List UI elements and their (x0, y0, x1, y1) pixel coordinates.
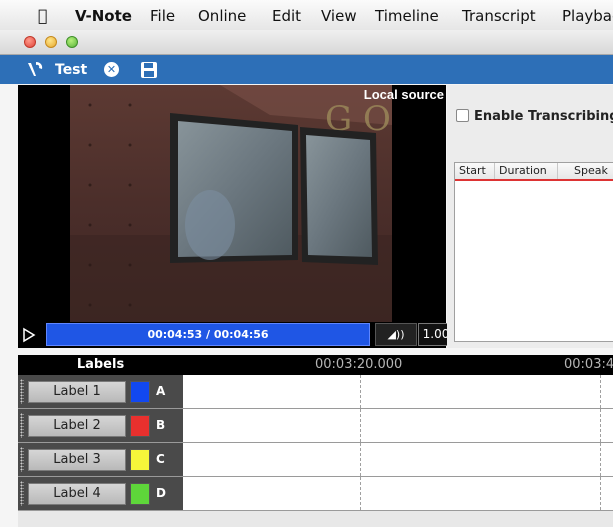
drag-handle[interactable] (20, 481, 24, 506)
column-duration[interactable]: Duration (495, 163, 558, 179)
menu-view[interactable]: View (321, 7, 357, 25)
project-name: Test (55, 62, 88, 78)
minimize-window-button[interactable] (45, 36, 57, 48)
gridline (360, 409, 361, 442)
label-color-swatch-2[interactable] (130, 415, 150, 437)
label-row: Label 3 C (18, 443, 613, 477)
label-row-controls: Label 2 B (18, 409, 183, 442)
label-row-controls: Label 1 A (18, 375, 183, 408)
local-source-label: Local source (363, 87, 444, 102)
apple-icon[interactable]:  (38, 6, 48, 25)
timeline-header: Labels 00:03:20.000 00:03:40.0 (18, 355, 613, 375)
video-controls: 00:04:53 / 00:04:56 ◢)) 1.00 (18, 322, 454, 348)
label-button-4[interactable]: Label 4 (28, 483, 126, 505)
label-row-controls: Label 3 C (18, 443, 183, 476)
volume-icon[interactable]: ◢)) (375, 323, 417, 346)
labels-title: Labels (76, 357, 125, 372)
menu-timeline[interactable]: Timeline (375, 7, 439, 25)
table-header-underline (455, 179, 613, 181)
timeline-scroll-area[interactable] (18, 511, 613, 527)
gridline (600, 375, 601, 408)
transcript-panel: Enable Transcribing Start Duration Speak (447, 85, 613, 348)
label-shortcut-key-2: B (156, 418, 166, 432)
gridline (360, 477, 361, 510)
label-color-swatch-1[interactable] (130, 381, 150, 403)
play-icon[interactable] (21, 326, 37, 344)
menu-playback[interactable]: Playbac (562, 7, 613, 25)
video-panel: G O Local source (18, 85, 446, 348)
label-row-controls: Label 4 D (18, 477, 183, 510)
time-display: 00:04:53 / 00:04:56 (147, 328, 269, 341)
close-project-icon[interactable]: ✕ (104, 62, 119, 77)
drag-handle[interactable] (20, 379, 24, 404)
video-frame[interactable]: G O (70, 85, 392, 322)
label-row: Label 1 A (18, 375, 613, 409)
column-start[interactable]: Start (455, 163, 495, 179)
menu-file[interactable]: File (150, 7, 175, 25)
timeline-panel: Labels 00:03:20.000 00:03:40.0 Label 1 A… (18, 355, 613, 527)
drag-handle[interactable] (20, 447, 24, 472)
gridline (600, 409, 601, 442)
label-color-swatch-4[interactable] (130, 483, 150, 505)
window-titlebar (0, 30, 613, 55)
gridline (360, 443, 361, 476)
label-row: Label 4 D (18, 477, 613, 511)
vnote-logo-icon (28, 62, 43, 76)
label-shortcut-key-1: A (156, 384, 166, 398)
label-button-3[interactable]: Label 3 (28, 449, 126, 471)
label-shortcut-key-3: C (156, 452, 165, 466)
menu-app[interactable]: V-Note (75, 7, 132, 25)
label-color-swatch-3[interactable] (130, 449, 150, 471)
save-icon[interactable] (140, 61, 158, 79)
app-window:  V-Note File Online Edit View Timeline … (0, 0, 613, 527)
label-track-3[interactable] (183, 443, 613, 476)
enable-transcribing-checkbox[interactable] (456, 109, 469, 122)
gridline (600, 477, 601, 510)
label-row: Label 2 B (18, 409, 613, 443)
timeline-mark-2: 00:03:40.0 (564, 357, 613, 372)
enable-transcribing-label: Enable Transcribing (474, 109, 613, 124)
label-track-4[interactable] (183, 477, 613, 510)
label-track-1[interactable] (183, 375, 613, 408)
menu-edit[interactable]: Edit (272, 7, 301, 25)
column-speaker[interactable]: Speak (558, 163, 613, 179)
progress-bar[interactable]: 00:04:53 / 00:04:56 (46, 323, 370, 346)
label-track-2[interactable] (183, 409, 613, 442)
menu-transcript[interactable]: Transcript (462, 7, 536, 25)
menu-bar:  V-Note File Online Edit View Timeline … (0, 0, 613, 31)
label-button-2[interactable]: Label 2 (28, 415, 126, 437)
label-button-1[interactable]: Label 1 (28, 381, 126, 403)
enable-transcribing-row[interactable]: Enable Transcribing (456, 109, 613, 124)
gridline (360, 375, 361, 408)
label-shortcut-key-4: D (156, 486, 166, 500)
project-toolbar: Test ✕ (0, 55, 613, 84)
gridline (600, 443, 601, 476)
menu-online[interactable]: Online (198, 7, 246, 25)
timeline-mark-1: 00:03:20.000 (315, 357, 403, 372)
transcript-table[interactable]: Start Duration Speak (454, 162, 613, 342)
zoom-window-button[interactable] (66, 36, 78, 48)
drag-handle[interactable] (20, 413, 24, 438)
close-window-button[interactable] (24, 36, 36, 48)
